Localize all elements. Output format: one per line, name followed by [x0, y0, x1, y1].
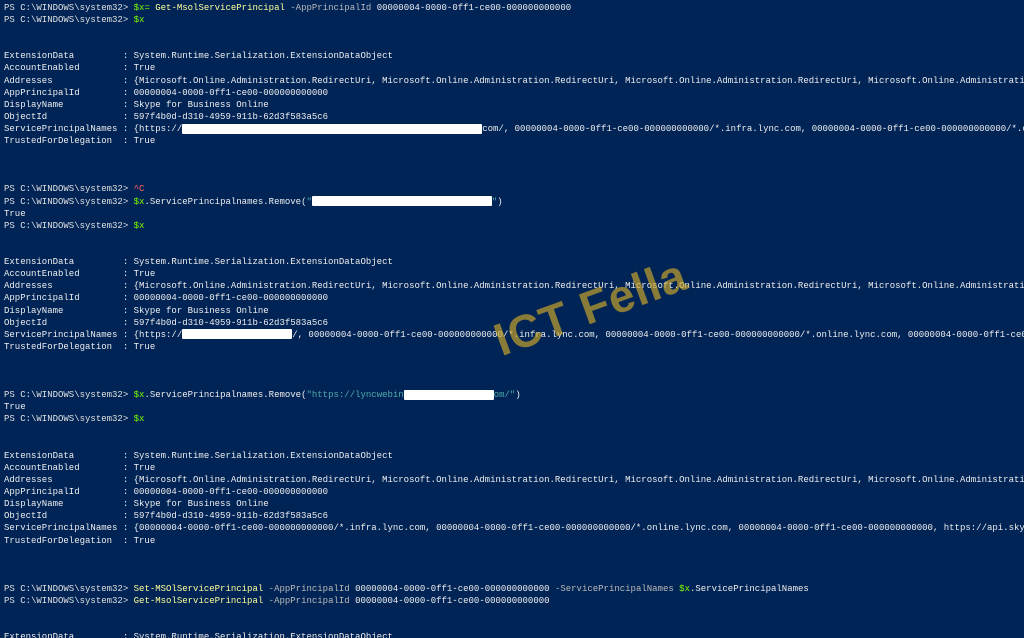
- var-x: $x: [134, 414, 145, 424]
- kv-row: ExtensionData : System.Runtime.Serializa…: [4, 50, 1020, 62]
- cmd-line-remove-2: PS C:\WINDOWS\system32> $x.ServicePrinci…: [4, 389, 1020, 401]
- cmd-line-get2: PS C:\WINDOWS\system32> Get-MsolServiceP…: [4, 595, 1020, 607]
- var-x: $x: [134, 221, 145, 231]
- cmd-line-remove-1: PS C:\WINDOWS\system32> $x.ServicePrinci…: [4, 196, 1020, 208]
- prompt: PS C:\WINDOWS\system32>: [4, 15, 128, 25]
- var-x: $x: [134, 15, 145, 25]
- arg-appid: 00000004-0000-0ff1-ce00-000000000000: [377, 3, 571, 13]
- param-appid: -AppPrincipalId: [269, 596, 350, 606]
- result-true: True: [4, 401, 1020, 413]
- kv-row: AppPrincipalId : 00000004-0000-0ff1-ce00…: [4, 486, 1020, 498]
- redacted-text: [182, 329, 292, 339]
- kv-row: AccountEnabled : True: [4, 268, 1020, 280]
- arg-spnames-suffix: .ServicePrincipalNames: [690, 584, 809, 594]
- arg-appid: 00000004-0000-0ff1-ce00-000000000000: [355, 596, 549, 606]
- prompt: PS C:\WINDOWS\system32>: [4, 197, 128, 207]
- kv-row: DisplayName : Skype for Business Online: [4, 498, 1020, 510]
- kv-row: TrustedForDelegation : True: [4, 535, 1020, 547]
- result-true: True: [4, 208, 1020, 220]
- kv-row: Addresses : {Microsoft.Online.Administra…: [4, 280, 1020, 292]
- cmd-line-set: PS C:\WINDOWS\system32> Set-MSOlServiceP…: [4, 583, 1020, 595]
- cmd-line-x: PS C:\WINDOWS\system32> $x: [4, 220, 1020, 232]
- kv-row: ExtensionData : System.Runtime.Serializa…: [4, 256, 1020, 268]
- var-x: $x: [679, 584, 690, 594]
- var-x: $x: [134, 197, 145, 207]
- cmd-get2: Get-MsolServicePrincipal: [134, 596, 264, 606]
- kv-row: AccountEnabled : True: [4, 462, 1020, 474]
- prompt: PS C:\WINDOWS\system32>: [4, 3, 128, 13]
- redacted-text: [182, 124, 482, 134]
- kv-row: ObjectId : 597f4b0d-d310-4959-911b-62d3f…: [4, 111, 1020, 123]
- redacted-text: [312, 196, 492, 206]
- cmd-line-x: PS C:\WINDOWS\system32> $x: [4, 413, 1020, 425]
- kv-row: AppPrincipalId : 00000004-0000-0ff1-ce00…: [4, 292, 1020, 304]
- var-x: $x: [134, 390, 145, 400]
- ctrl-c: ^C: [134, 184, 145, 194]
- prompt: PS C:\WINDOWS\system32>: [4, 596, 128, 606]
- var-x-assign: $x=: [134, 3, 150, 13]
- kv-row: ObjectId : 597f4b0d-d310-4959-911b-62d3f…: [4, 317, 1020, 329]
- powershell-terminal[interactable]: PS C:\WINDOWS\system32> $x= Get-MsolServ…: [0, 0, 1024, 638]
- cmd-get: Get-MsolServicePrincipal: [155, 3, 285, 13]
- kv-row: DisplayName : Skype for Business Online: [4, 305, 1020, 317]
- redacted-text: [404, 390, 494, 400]
- prompt: PS C:\WINDOWS\system32>: [4, 584, 128, 594]
- string-arg: "https://lyncwebin: [306, 390, 403, 400]
- cmd-line-2: PS C:\WINDOWS\system32> $x: [4, 14, 1020, 26]
- param-appid: -AppPrincipalId: [290, 3, 371, 13]
- kv-row: ServicePrincipalNames : {https:///, 0000…: [4, 329, 1020, 341]
- param-appid: -AppPrincipalId: [269, 584, 350, 594]
- kv-row: DisplayName : Skype for Business Online: [4, 99, 1020, 111]
- kv-row: AccountEnabled : True: [4, 62, 1020, 74]
- cmd-line-1: PS C:\WINDOWS\system32> $x= Get-MsolServ…: [4, 2, 1020, 14]
- kv-row: ExtensionData : System.Runtime.Serializa…: [4, 450, 1020, 462]
- kv-row: Addresses : {Microsoft.Online.Administra…: [4, 75, 1020, 87]
- kv-row: ServicePrincipalNames : {https://com/, 0…: [4, 123, 1020, 135]
- prompt: PS C:\WINDOWS\system32>: [4, 184, 128, 194]
- kv-row: TrustedForDelegation : True: [4, 341, 1020, 353]
- kv-row: ObjectId : 597f4b0d-d310-4959-911b-62d3f…: [4, 510, 1020, 522]
- param-spnames: -ServicePrincipalNames: [555, 584, 674, 594]
- prompt: PS C:\WINDOWS\system32>: [4, 221, 128, 231]
- kv-row: ExtensionData : System.Runtime.Serializa…: [4, 631, 1020, 638]
- kv-row: Addresses : {Microsoft.Online.Administra…: [4, 474, 1020, 486]
- kv-row: TrustedForDelegation : True: [4, 135, 1020, 147]
- prompt: PS C:\WINDOWS\system32>: [4, 414, 128, 424]
- cmd-line-break: PS C:\WINDOWS\system32> ^C: [4, 183, 1020, 195]
- arg-appid: 00000004-0000-0ff1-ce00-000000000000: [355, 584, 549, 594]
- kv-row: ServicePrincipalNames : {00000004-0000-0…: [4, 522, 1020, 534]
- prompt: PS C:\WINDOWS\system32>: [4, 390, 128, 400]
- cmd-set: Set-MSOlServicePrincipal: [134, 584, 264, 594]
- kv-row: AppPrincipalId : 00000004-0000-0ff1-ce00…: [4, 87, 1020, 99]
